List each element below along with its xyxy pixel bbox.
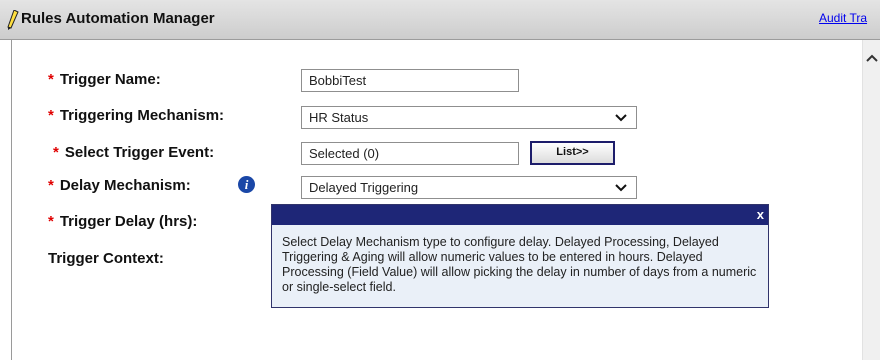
required-marker: * bbox=[48, 107, 54, 124]
trigger-context-label: Trigger Context: bbox=[48, 250, 164, 267]
required-marker: * bbox=[48, 213, 54, 230]
triggering-mechanism-label: * Triggering Mechanism: bbox=[48, 107, 225, 124]
tooltip-header: x bbox=[272, 205, 768, 225]
delay-mechanism-label: * Delay Mechanism: bbox=[48, 177, 191, 194]
info-icon[interactable]: i bbox=[238, 176, 255, 193]
audit-trail-link[interactable]: Audit Tra bbox=[819, 11, 867, 25]
required-marker: * bbox=[48, 71, 54, 88]
trigger-event-label: * Select Trigger Event: bbox=[53, 144, 215, 161]
delay-mechanism-value: Delayed Triggering bbox=[309, 180, 419, 195]
scroll-up-icon[interactable] bbox=[866, 53, 878, 63]
tooltip-text: Select Delay Mechanism type to configure… bbox=[282, 235, 757, 294]
trigger-name-input[interactable]: BobbiTest bbox=[301, 69, 519, 92]
chevron-down-icon bbox=[615, 184, 627, 192]
delay-mechanism-select[interactable]: Delayed Triggering bbox=[301, 176, 637, 199]
triggering-mechanism-value: HR Status bbox=[309, 110, 369, 125]
panel-left-border bbox=[11, 40, 12, 360]
trigger-delay-label: * Trigger Delay (hrs): bbox=[48, 213, 198, 230]
required-marker: * bbox=[48, 177, 54, 194]
trigger-name-label: * Trigger Name: bbox=[48, 71, 161, 88]
triggering-mechanism-select[interactable]: HR Status bbox=[301, 106, 637, 129]
vertical-scrollbar[interactable] bbox=[862, 40, 880, 360]
chevron-down-icon bbox=[615, 114, 627, 122]
trigger-event-input[interactable]: Selected (0) bbox=[301, 142, 519, 165]
required-marker: * bbox=[53, 144, 59, 161]
title-bar: Rules Automation Manager Audit Tra bbox=[0, 0, 880, 40]
pencil-icon bbox=[7, 10, 19, 30]
page-title: Rules Automation Manager bbox=[21, 10, 215, 27]
close-icon[interactable]: x bbox=[757, 207, 764, 222]
delay-mechanism-tooltip: x Select Delay Mechanism type to configu… bbox=[271, 204, 769, 308]
list-button[interactable]: List>> bbox=[530, 141, 615, 165]
